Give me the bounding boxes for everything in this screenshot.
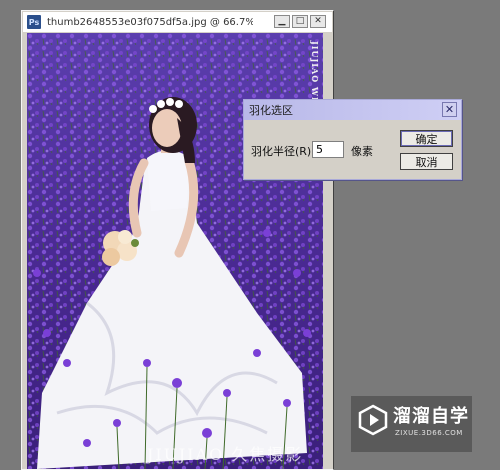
photoshop-app-icon: Ps	[27, 15, 41, 29]
dialog-titlebar[interactable]: 羽化选区 ✕	[244, 100, 461, 120]
dialog-title: 羽化选区	[249, 104, 293, 117]
feather-radius-label: 羽化半径(R):	[251, 145, 315, 158]
play-icon	[358, 404, 388, 436]
feather-selection-dialog[interactable]: 羽化选区 ✕ 羽化半径(R): 像素 确定 取消	[243, 99, 462, 180]
logo-url: ZIXUE.3D66.COM	[395, 429, 463, 437]
document-title: thumb2648553e03f075df5a.jpg @ 66.7%(...	[47, 16, 253, 28]
minimize-button[interactable]: ▁	[274, 15, 290, 28]
site-logo: 溜溜自学 ZIXUE.3D66.COM	[351, 396, 472, 452]
bottom-watermark: JIUJIAO 久焦摄影	[147, 445, 304, 464]
maximize-button[interactable]: □	[292, 15, 308, 28]
close-button[interactable]: ✕	[310, 15, 326, 28]
dialog-close-button[interactable]: ✕	[442, 102, 457, 117]
pixel-unit-label: 像素	[351, 145, 373, 158]
feather-radius-input[interactable]	[312, 141, 344, 158]
document-titlebar[interactable]: Ps thumb2648553e03f075df5a.jpg @ 66.7%(.…	[23, 12, 332, 32]
ok-button[interactable]: 确定	[400, 130, 453, 147]
cancel-button[interactable]: 取消	[400, 153, 453, 170]
logo-name: 溜溜自学	[393, 406, 469, 427]
document-window[interactable]: Ps thumb2648553e03f075df5a.jpg @ 66.7%(.…	[21, 10, 334, 470]
